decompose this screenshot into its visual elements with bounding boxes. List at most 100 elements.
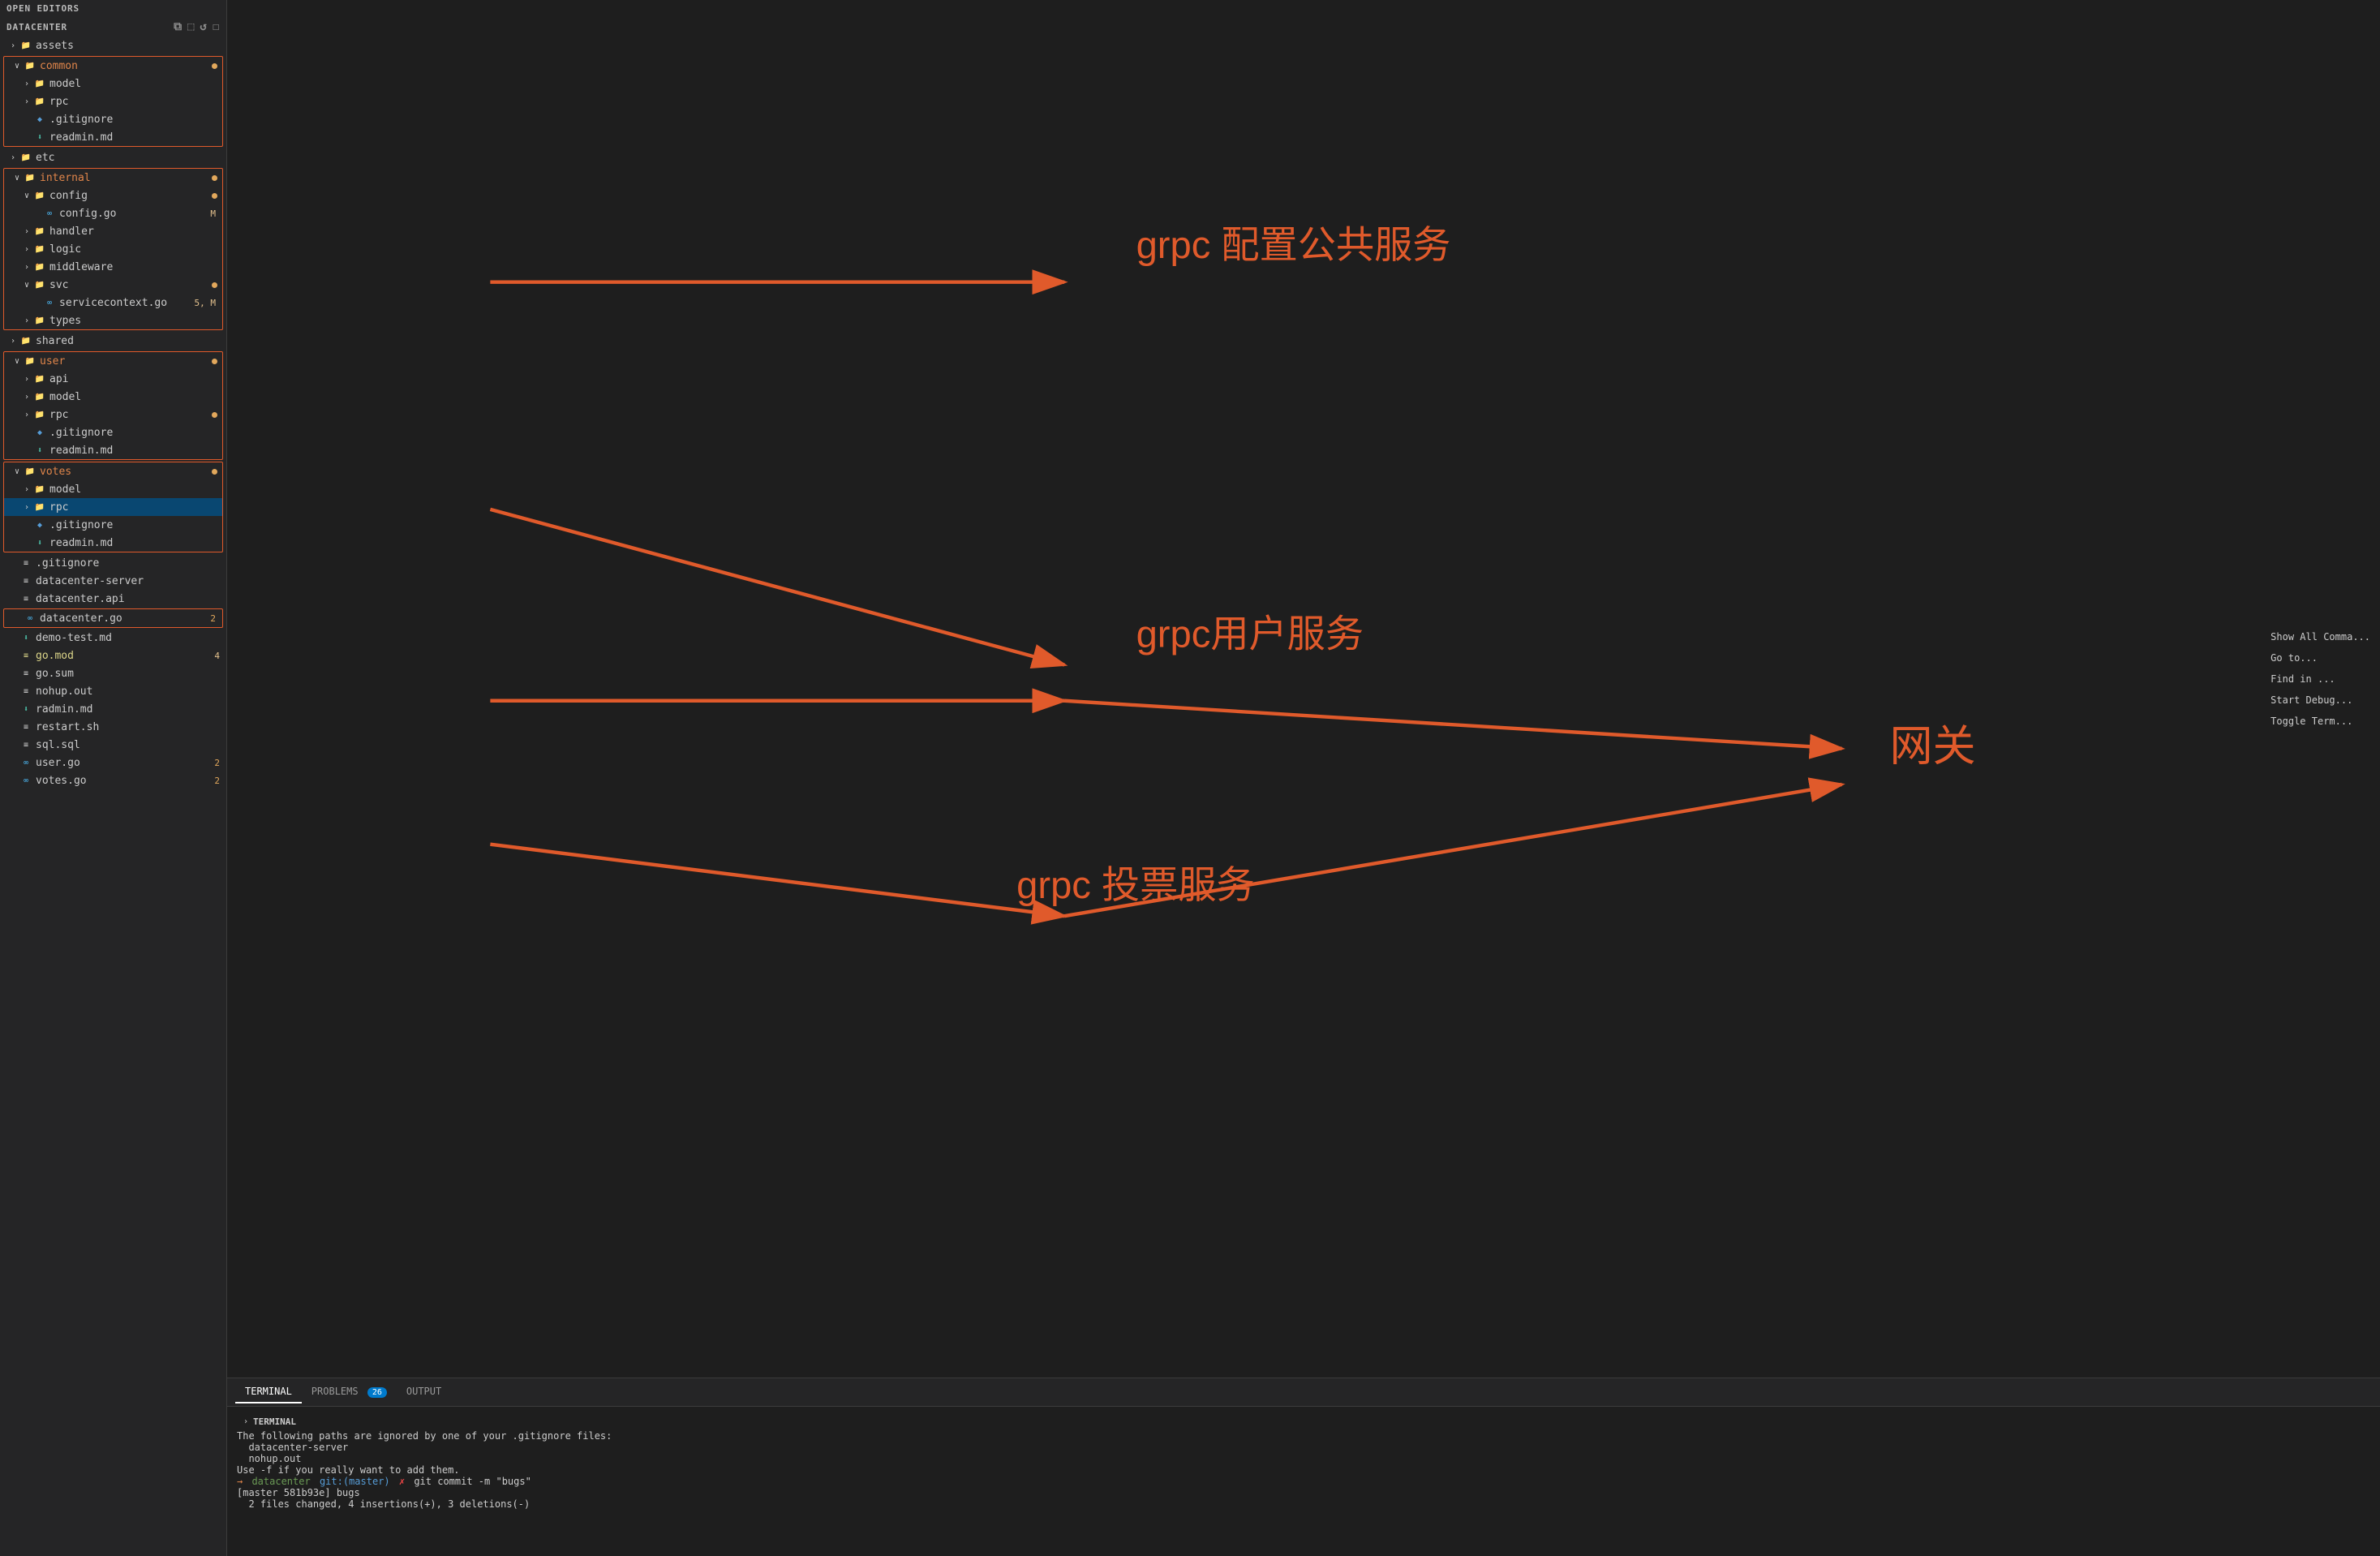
expand-icon[interactable]: › xyxy=(243,1417,248,1426)
tab-terminal[interactable]: TERMINAL xyxy=(235,1381,302,1403)
context-goto[interactable]: Go to... xyxy=(2267,651,2374,665)
tree-item-servicecontext-go[interactable]: › ∞ servicecontext.go 5, M xyxy=(4,294,222,312)
status-dot xyxy=(212,175,217,181)
folder-icon: 📁 xyxy=(19,334,32,347)
tree-item-rpc-common[interactable]: › 📁 rpc xyxy=(4,92,222,110)
tree-item-user-go[interactable]: › ∞ user.go 2 xyxy=(0,754,226,772)
folder-icon: 📁 xyxy=(24,465,37,478)
tree-item-middleware[interactable]: › 📁 middleware xyxy=(4,258,222,276)
chevron-icon: › xyxy=(20,483,33,496)
status-dot xyxy=(212,412,217,418)
tree-item-logic[interactable]: › 📁 logic xyxy=(4,240,222,258)
tree-item-votes[interactable]: ∨ 📁 votes xyxy=(4,462,222,480)
git-icon: ◆ xyxy=(33,113,46,126)
tree-item-user[interactable]: ∨ 📁 user xyxy=(4,352,222,370)
md-icon: ⬇ xyxy=(33,444,46,457)
tree-item-go-mod[interactable]: › ≡ go.mod 4 xyxy=(0,647,226,664)
tree-item-model-votes[interactable]: › 📁 model xyxy=(4,480,222,498)
folder-icon: 📁 xyxy=(33,408,46,421)
badge: 2 xyxy=(214,758,226,768)
label-grpc-common: grpc 配置公共服务 xyxy=(1136,223,1451,266)
tree-item-restart[interactable]: › ≡ restart.sh xyxy=(0,718,226,736)
label-grpc-user: grpc用户服务 xyxy=(1136,612,1364,655)
file-icon: ≡ xyxy=(19,720,32,733)
tree-item-datacenter-go[interactable]: › ∞ datacenter.go 2 xyxy=(4,609,222,627)
collapse-icon[interactable]: ☐ xyxy=(213,20,220,33)
context-start-debug[interactable]: Start Debug... xyxy=(2267,693,2374,707)
tree-item-datacenter-api[interactable]: › ≡ datacenter.api xyxy=(0,590,226,608)
tree-item-gitignore-root[interactable]: › ≡ .gitignore xyxy=(0,554,226,572)
tree-item-nohup[interactable]: › ≡ nohup.out xyxy=(0,682,226,700)
chevron-icon: › xyxy=(20,390,33,403)
tree-item-etc[interactable]: › 📁 etc xyxy=(0,148,226,166)
tab-problems[interactable]: PROBLEMS 26 xyxy=(302,1381,397,1403)
new-folder-icon[interactable]: ⬚ xyxy=(187,20,195,33)
chevron-icon: ∨ xyxy=(11,465,24,478)
chevron-icon: › xyxy=(6,334,19,347)
tree-item-internal[interactable]: ∨ 📁 internal xyxy=(4,169,222,187)
tree-item-model[interactable]: › 📁 model xyxy=(4,75,222,92)
item-label: .gitignore xyxy=(49,114,222,126)
tree-item-assets[interactable]: › 📁 assets xyxy=(0,37,226,54)
terminal-line-3: nohup.out xyxy=(237,1453,2370,1464)
open-editors-label: OPEN EDITORS xyxy=(6,3,79,14)
context-toggle-term[interactable]: Toggle Term... xyxy=(2267,714,2374,729)
tree-item-rpc-user[interactable]: › 📁 rpc xyxy=(4,406,222,423)
item-label: nohup.out xyxy=(36,686,226,698)
tree-item-gitignore-user[interactable]: › ◆ .gitignore xyxy=(4,423,222,441)
new-file-icon[interactable]: ⧉ xyxy=(174,20,183,33)
tree-item-handler[interactable]: › 📁 handler xyxy=(4,222,222,240)
tree-item-gitignore-votes[interactable]: › ◆ .gitignore xyxy=(4,516,222,534)
tree-item-svc[interactable]: ∨ 📁 svc xyxy=(4,276,222,294)
badge: 4 xyxy=(214,651,226,661)
context-show-all[interactable]: Show All Comma... xyxy=(2267,630,2374,644)
folder-icon: 📁 xyxy=(33,243,46,256)
terminal-line-1: The following paths are ignored by one o… xyxy=(237,1430,2370,1442)
tree-item-readmin-votes[interactable]: › ⬇ readmin.md xyxy=(4,534,222,552)
item-label: votes.go xyxy=(36,775,214,787)
prompt-branch: git:(master) xyxy=(314,1476,390,1487)
tree-item-datacenter-server[interactable]: › ≡ datacenter-server xyxy=(0,572,226,590)
item-label: common xyxy=(40,60,212,72)
status-dot xyxy=(212,359,217,364)
tree-item-readmin-user[interactable]: › ⬇ readmin.md xyxy=(4,441,222,459)
chevron-icon: ∨ xyxy=(11,171,24,184)
tree-item-types[interactable]: › 📁 types xyxy=(4,312,222,329)
go-icon: ∞ xyxy=(19,774,32,787)
tree-item-go-sum[interactable]: › ≡ go.sum xyxy=(0,664,226,682)
tree-item-demo-test[interactable]: › ⬇ demo-test.md xyxy=(0,629,226,647)
main-area: grpc 配置公共服务 grpc用户服务 grpc 投票服务 网关 Show A… xyxy=(227,0,2380,1556)
tree-item-common[interactable]: ∨ 📁 common xyxy=(4,57,222,75)
tree-item-votes-go[interactable]: › ∞ votes.go 2 xyxy=(0,772,226,789)
chevron-icon: › xyxy=(20,501,33,514)
item-label: datacenter-server xyxy=(36,575,226,587)
md-icon: ⬇ xyxy=(33,536,46,549)
tree-item-api[interactable]: › 📁 api xyxy=(4,370,222,388)
tree-item-sql[interactable]: › ≡ sql.sql xyxy=(0,736,226,754)
item-label: user.go xyxy=(36,757,214,769)
tree-item-radmin[interactable]: › ⬇ radmin.md xyxy=(0,700,226,718)
tree-item-gitignore-common[interactable]: › ◆ .gitignore xyxy=(4,110,222,128)
diagram-area: grpc 配置公共服务 grpc用户服务 grpc 投票服务 网关 Show A… xyxy=(227,0,2380,1378)
tree-item-readmin-common[interactable]: › ⬇ readmin.md xyxy=(4,128,222,146)
badge: M xyxy=(210,208,222,219)
tree-item-rpc-votes[interactable]: › 📁 rpc xyxy=(4,498,222,516)
folder-icon: 📁 xyxy=(33,372,46,385)
terminal-line-6: 2 files changed, 4 insertions(+), 3 dele… xyxy=(237,1498,2370,1510)
tree-item-shared[interactable]: › 📁 shared xyxy=(0,332,226,350)
status-dot xyxy=(212,282,217,288)
terminal-line-4: Use -f if you really want to add them. xyxy=(237,1464,2370,1476)
chevron-icon: › xyxy=(20,260,33,273)
tree-item-config[interactable]: ∨ 📁 config xyxy=(4,187,222,204)
tree-item-config-go[interactable]: › ∞ config.go M xyxy=(4,204,222,222)
file-icon: ≡ xyxy=(19,738,32,751)
architecture-diagram: grpc 配置公共服务 grpc用户服务 grpc 投票服务 网关 xyxy=(227,0,2380,1378)
tab-output[interactable]: OUTPUT xyxy=(397,1381,451,1403)
git-icon: ◆ xyxy=(33,518,46,531)
chevron-icon: › xyxy=(20,243,33,256)
context-find-in[interactable]: Find in ... xyxy=(2267,672,2374,686)
refresh-icon[interactable]: ↺ xyxy=(200,20,207,33)
terminal-line-5: [master 581b93e] bugs xyxy=(237,1487,2370,1498)
tree-item-model-user[interactable]: › 📁 model xyxy=(4,388,222,406)
problems-badge: 26 xyxy=(367,1387,387,1398)
